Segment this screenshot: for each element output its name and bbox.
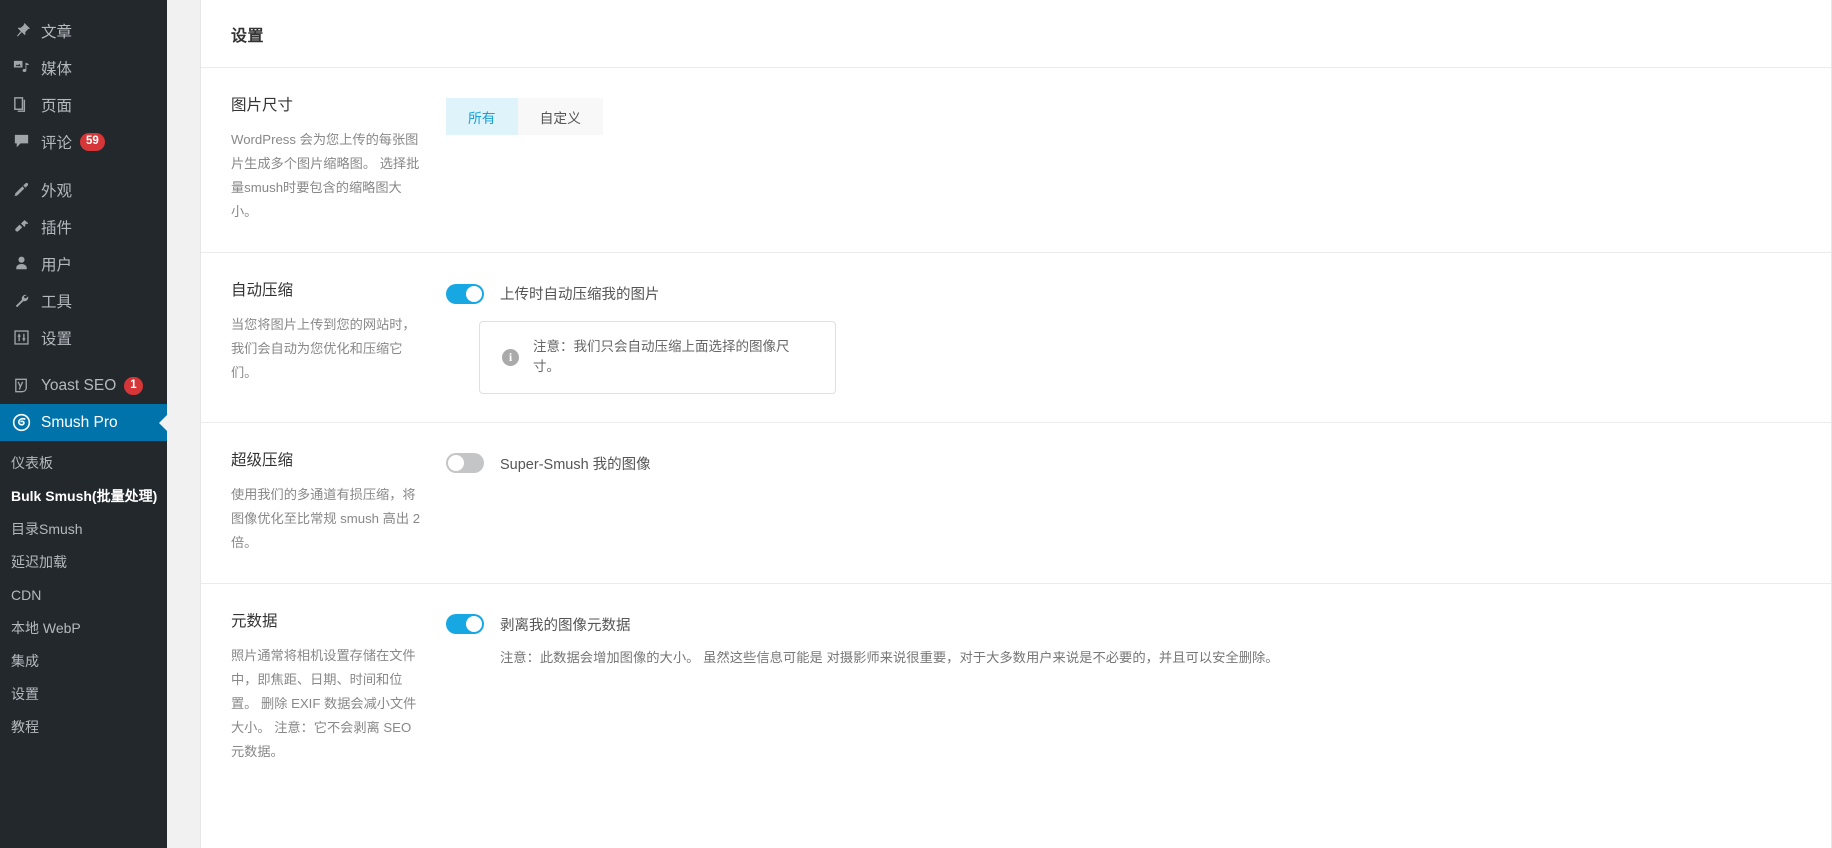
super-smush-toggle-row: Super-Smush 我的图像: [446, 453, 1801, 474]
setting-label-group: 图片尺寸 WordPress 会为您上传的每张图片生成多个图片缩略图。 选择批量…: [231, 96, 446, 224]
setting-description: WordPress 会为您上传的每张图片生成多个图片缩略图。 选择批量smush…: [231, 132, 420, 220]
auto-compress-notice: i 注意：我们只会自动压缩上面选择的图像尺寸。: [479, 321, 836, 394]
setting-row-super-smush: 超级压缩 使用我们的多通道有损压缩，将图像优化至比常规 smush 高出 2 倍…: [201, 423, 1831, 584]
sidebar-item-plugins[interactable]: 插件: [0, 208, 167, 245]
comments-count-badge: 59: [80, 132, 105, 151]
submenu-item-cdn[interactable]: CDN: [0, 579, 167, 612]
smush-icon: [10, 413, 32, 433]
submenu-item-bulk-smush[interactable]: Bulk Smush(批量处理): [0, 480, 167, 513]
sidebar-item-label: 外观: [41, 182, 73, 200]
toggle-knob: [466, 616, 482, 633]
submenu-item-dashboard[interactable]: 仪表板: [0, 447, 167, 480]
setting-description: 使用我们的多通道有损压缩，将图像优化至比常规 smush 高出 2 倍。: [231, 486, 421, 550]
setting-label-group: 元数据 照片通常将相机设置存储在文件中，即焦距、日期、时间和位置。 删除 EXI…: [231, 612, 446, 764]
sidebar-item-label: 文章: [41, 23, 73, 41]
user-icon: [10, 254, 32, 274]
sidebar-item-yoast-seo[interactable]: Yoast SEO 1: [0, 367, 167, 404]
setting-control-group: 剥离我的图像元数据 注意：此数据会增加图像的大小。 虽然这些信息可能是 对摄影师…: [446, 612, 1801, 764]
sidebar-item-label: 用户: [41, 256, 73, 274]
metadata-sub-description: 注意：此数据会增加图像的大小。 虽然这些信息可能是 对摄影师来说很重要，对于大多…: [500, 649, 1279, 665]
submenu-item-tutorials[interactable]: 教程: [0, 711, 167, 744]
yoast-icon: [10, 376, 32, 396]
setting-description: 当您将图片上传到您的网站时，我们会自动为您优化和压缩它们。: [231, 317, 416, 381]
setting-control-group: Super-Smush 我的图像: [446, 451, 1801, 555]
yoast-count-badge: 1: [124, 376, 143, 395]
notice-text: 注意：我们只会自动压缩上面选择的图像尺寸。: [533, 339, 790, 375]
sidebar-item-smush-pro[interactable]: Smush Pro: [0, 404, 167, 441]
sidebar-item-label: 工具: [41, 293, 73, 311]
setting-title: 图片尺寸: [231, 97, 294, 114]
pin-icon: [10, 21, 32, 41]
main-content: 设置 图片尺寸 WordPress 会为您上传的每张图片生成多个图片缩略图。 选…: [167, 0, 1832, 848]
info-icon: i: [502, 348, 519, 366]
setting-title: 超级压缩: [231, 451, 294, 469]
plugin-icon: [10, 217, 32, 237]
image-size-segmented-control: 所有 自定义: [446, 98, 603, 135]
sidebar-item-label: 设置: [41, 330, 73, 348]
toggle-knob: [448, 455, 464, 472]
sidebar-item-settings[interactable]: 设置: [0, 319, 167, 356]
setting-title: 元数据: [231, 612, 278, 630]
auto-compress-toggle[interactable]: [446, 283, 484, 304]
submenu-item-local-webp[interactable]: 本地 WebP: [0, 612, 167, 645]
comment-icon: [10, 132, 32, 152]
auto-compress-toggle-label: 上传时自动压缩我的图片: [500, 287, 660, 304]
sidebar-item-label: Smush Pro: [41, 413, 118, 431]
image-size-option-custom[interactable]: 自定义: [517, 98, 603, 135]
sidebar-item-label: Yoast SEO: [41, 376, 117, 394]
toggle-knob: [466, 285, 482, 302]
admin-sidebar: 文章 媒体 页面 评论 59 外观 插件 用户 工具 设置 Yoast SEO …: [0, 0, 167, 848]
sidebar-item-users[interactable]: 用户: [0, 245, 167, 282]
sidebar-item-comments[interactable]: 评论 59: [0, 123, 167, 160]
submenu-item-lazy-load[interactable]: 延迟加载: [0, 546, 167, 579]
submenu-item-integrations[interactable]: 集成: [0, 645, 167, 678]
sidebar-item-appearance[interactable]: 外观: [0, 171, 167, 208]
image-size-option-all[interactable]: 所有: [446, 98, 518, 135]
sidebar-item-posts[interactable]: 文章: [0, 12, 167, 49]
page-title: 设置: [231, 28, 265, 45]
sidebar-separator: [0, 160, 167, 171]
sidebar-item-label: 评论: [41, 134, 73, 152]
submenu-item-settings[interactable]: 设置: [0, 678, 167, 711]
auto-compress-toggle-row: 上传时自动压缩我的图片: [446, 283, 1801, 304]
appearance-brush-icon: [10, 180, 32, 200]
smush-submenu: 仪表板 Bulk Smush(批量处理) 目录Smush 延迟加载 CDN 本地…: [0, 441, 167, 754]
setting-description: 照片通常将相机设置存储在文件中，即焦距、日期、时间和位置。 删除 EXIF 数据…: [231, 648, 417, 760]
metadata-toggle[interactable]: [446, 614, 484, 635]
settings-card: 设置 图片尺寸 WordPress 会为您上传的每张图片生成多个图片缩略图。 选…: [200, 0, 1832, 848]
metadata-toggle-row: 剥离我的图像元数据: [446, 614, 1801, 635]
sidebar-item-pages[interactable]: 页面: [0, 86, 167, 123]
sidebar-item-label: 页面: [41, 97, 73, 115]
sidebar-separator: [0, 356, 167, 367]
admin-screen: 文章 媒体 页面 评论 59 外观 插件 用户 工具 设置 Yoast SEO …: [0, 0, 1832, 848]
setting-row-metadata: 元数据 照片通常将相机设置存储在文件中，即焦距、日期、时间和位置。 删除 EXI…: [201, 584, 1831, 792]
sidebar-item-media[interactable]: 媒体: [0, 49, 167, 86]
sidebar-item-tools[interactable]: 工具: [0, 282, 167, 319]
setting-control-group: 所有 自定义: [446, 96, 1801, 224]
sidebar-item-label: 媒体: [41, 60, 73, 78]
super-smush-toggle[interactable]: [446, 453, 484, 474]
wrench-icon: [10, 291, 32, 311]
media-icon: [10, 58, 32, 78]
setting-label-group: 自动压缩 当您将图片上传到您的网站时，我们会自动为您优化和压缩它们。: [231, 281, 446, 394]
setting-label-group: 超级压缩 使用我们的多通道有损压缩，将图像优化至比常规 smush 高出 2 倍…: [231, 451, 446, 555]
settings-header: 设置: [201, 0, 1831, 68]
sidebar-item-label: 插件: [41, 219, 73, 237]
metadata-toggle-label: 剥离我的图像元数据: [500, 617, 631, 634]
setting-title: 自动压缩: [231, 282, 294, 300]
pages-icon: [10, 95, 32, 115]
submenu-item-directory-smush[interactable]: 目录Smush: [0, 513, 167, 546]
super-smush-toggle-label: Super-Smush 我的图像: [500, 456, 651, 473]
setting-control-group: 上传时自动压缩我的图片 i 注意：我们只会自动压缩上面选择的图像尺寸。: [446, 281, 1801, 394]
setting-row-automatic-compression: 自动压缩 当您将图片上传到您的网站时，我们会自动为您优化和压缩它们。 上传时自动…: [201, 253, 1831, 423]
setting-row-image-sizes: 图片尺寸 WordPress 会为您上传的每张图片生成多个图片缩略图。 选择批量…: [201, 68, 1831, 254]
settings-sliders-icon: [10, 328, 32, 348]
